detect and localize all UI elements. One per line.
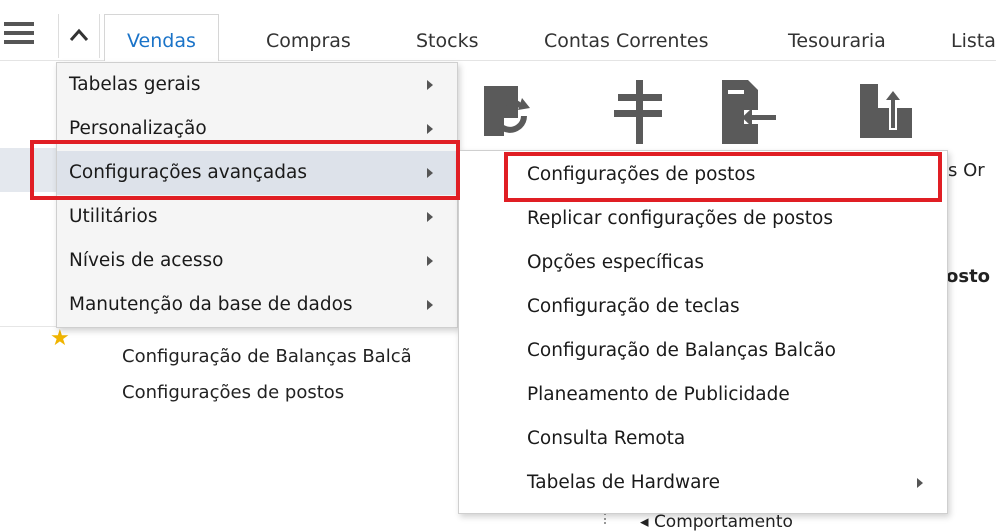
- hamburger-menu-icon[interactable]: [4, 22, 38, 46]
- tree-connector: [604, 513, 608, 524]
- submenu-configuracoes-avancadas: Configurações de postos Replicar configu…: [458, 150, 948, 514]
- collapse-ribbon-button[interactable]: [58, 14, 100, 58]
- ribbon-partial-label: s Or: [948, 160, 985, 181]
- submenu-arrow-icon: [427, 168, 433, 178]
- submenu-arrow-icon: [427, 124, 433, 134]
- tab-stocks[interactable]: Stocks: [416, 30, 478, 52]
- submenu-item-planeamento-publicidade[interactable]: Planeamento de Publicidade: [459, 373, 947, 417]
- submenu-item-configuracao-teclas[interactable]: Configuração de teclas: [459, 285, 947, 329]
- selected-row-background: [0, 148, 58, 192]
- signpost-icon[interactable]: [612, 80, 668, 144]
- panel-partial-heading: osto: [946, 266, 991, 287]
- chevron-up-icon: [69, 28, 89, 41]
- favorites-star-icon: ★: [50, 326, 70, 351]
- tree-item-partial[interactable]: ◂ Comportamento: [640, 512, 793, 532]
- tab-vendas[interactable]: Vendas: [104, 14, 219, 61]
- tab-tesouraria[interactable]: Tesouraria: [788, 30, 886, 52]
- submenu-item-replicar-configuracoes[interactable]: Replicar configurações de postos: [459, 197, 947, 241]
- menu-item-manutencao-base-dados[interactable]: Manutenção da base de dados: [57, 283, 457, 327]
- tree-item[interactable]: Configuração de Balanças Balcã: [122, 346, 412, 367]
- submenu-item-opcoes-especificas[interactable]: Opções específicas: [459, 241, 947, 285]
- import-document-icon[interactable]: [716, 80, 780, 144]
- expand-arrow-icon: ◂: [640, 512, 654, 532]
- menu-item-utilitarios[interactable]: Utilitários: [57, 195, 457, 239]
- menu-item-configuracoes-avancadas[interactable]: Configurações avançadas: [57, 151, 457, 195]
- submenu-item-tabelas-hardware[interactable]: Tabelas de Hardware: [459, 461, 947, 505]
- tree-item[interactable]: Configurações de postos: [122, 382, 344, 403]
- upload-icon[interactable]: [858, 78, 914, 144]
- menu-item-personalizacao[interactable]: Personalização: [57, 107, 457, 151]
- submenu-arrow-icon: [917, 478, 923, 488]
- menu-item-niveis-de-acesso[interactable]: Níveis de acesso: [57, 239, 457, 283]
- ribbon-tabbar: Vendas Compras Stocks Contas Correntes T…: [0, 0, 996, 61]
- submenu-arrow-icon: [427, 300, 433, 310]
- submenu-item-balancas-balcao[interactable]: Configuração de Balanças Balcão: [459, 329, 947, 373]
- tab-compras[interactable]: Compras: [266, 30, 351, 52]
- submenu-item-configuracoes-postos[interactable]: Configurações de postos: [459, 153, 947, 197]
- main-dropdown-menu: Tabelas gerais Personalização Configuraç…: [56, 62, 458, 328]
- sync-document-icon[interactable]: [478, 78, 550, 144]
- submenu-arrow-icon: [427, 256, 433, 266]
- tab-lista[interactable]: Lista: [951, 30, 996, 52]
- submenu-arrow-icon: [427, 212, 433, 222]
- submenu-item-consulta-remota[interactable]: Consulta Remota: [459, 417, 947, 461]
- tab-contas-correntes[interactable]: Contas Correntes: [544, 30, 709, 52]
- menu-item-tabelas-gerais[interactable]: Tabelas gerais: [57, 63, 457, 107]
- submenu-arrow-icon: [427, 80, 433, 90]
